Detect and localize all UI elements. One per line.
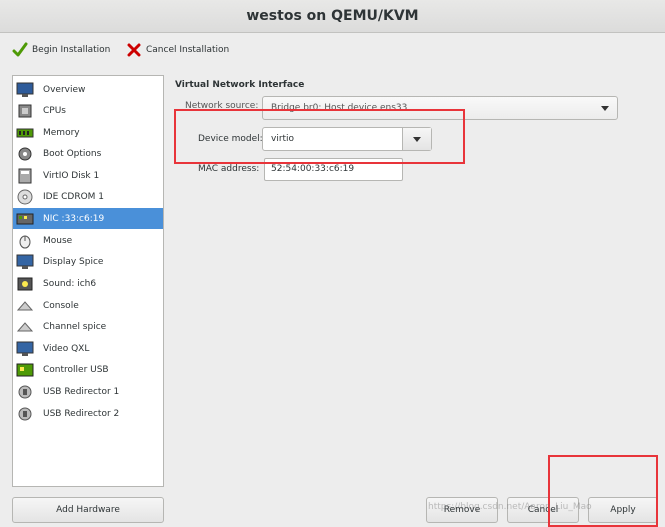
highlight-box-device-model: [174, 109, 465, 164]
sidebar-item-label: VirtIO Disk 1: [43, 170, 100, 181]
sidebar-item-label: Controller USB: [43, 364, 109, 375]
sidebar-item-usb-redirector-1[interactable]: USB Redirector 1: [13, 381, 163, 402]
begin-installation-button[interactable]: Begin Installation: [12, 41, 110, 59]
sidebar-item-label: USB Redirector 1: [43, 386, 120, 397]
sound-icon: [17, 277, 33, 290]
sidebar-item-channel-spice[interactable]: Channel spice: [13, 316, 163, 337]
display-icon: [16, 254, 34, 269]
sidebar-item-display-spice[interactable]: Display Spice: [13, 251, 163, 272]
add-hardware-button[interactable]: Add Hardware: [12, 497, 164, 523]
hardware-list: Overview CPUs Memory Boot Options VirtIO…: [12, 75, 164, 487]
cancel-x-icon: [127, 43, 141, 57]
section-title: Virtual Network Interface: [175, 80, 305, 90]
sidebar-item-nic[interactable]: NIC :33:c6:19: [13, 208, 163, 229]
mac-address-label: MAC address:: [198, 164, 260, 174]
memory-icon: [16, 128, 34, 137]
checkmark-icon: [12, 42, 28, 57]
console-icon: [16, 300, 34, 310]
sidebar-item-label: Video QXL: [43, 343, 90, 354]
sidebar-item-label: Sound: ich6: [43, 278, 97, 289]
sidebar-item-boot-options[interactable]: Boot Options: [13, 143, 163, 164]
sidebar-item-cpus[interactable]: CPUs: [13, 100, 163, 121]
sidebar-item-console[interactable]: Console: [13, 295, 163, 316]
cancel-installation-button[interactable]: Cancel Installation: [126, 41, 229, 59]
highlight-box-apply: [548, 455, 658, 527]
window-title: westos on QEMU/KVM: [0, 0, 665, 33]
sidebar-item-label: IDE CDROM 1: [43, 191, 105, 202]
sidebar-item-label: Display Spice: [43, 256, 104, 267]
controller-icon: [16, 363, 34, 376]
sidebar-item-virtio-disk[interactable]: VirtIO Disk 1: [13, 165, 163, 186]
cpu-icon: [18, 104, 32, 117]
network-icon: [16, 213, 34, 224]
sidebar-item-overview[interactable]: Overview: [13, 79, 163, 100]
sidebar-item-label: Boot Options: [43, 148, 102, 159]
sidebar-item-ide-cdrom[interactable]: IDE CDROM 1: [13, 186, 163, 207]
watermark: https://blog.csdn.net/Aaron_Liu_Mao: [428, 502, 592, 512]
disk-icon: [18, 168, 32, 183]
video-icon: [16, 341, 34, 356]
usb-icon: [18, 407, 32, 420]
sidebar-item-label: NIC :33:c6:19: [43, 213, 105, 224]
sidebar-item-label: Memory: [43, 127, 80, 138]
sidebar-item-usb-redirector-2[interactable]: USB Redirector 2: [13, 403, 163, 424]
channel-icon: [16, 321, 34, 331]
begin-installation-label: Begin Installation: [32, 45, 111, 55]
sidebar-item-controller-usb[interactable]: Controller USB: [13, 359, 163, 380]
sidebar-item-label: CPUs: [43, 105, 66, 116]
sidebar-item-sound[interactable]: Sound: ich6: [13, 273, 163, 294]
monitor-icon: [16, 82, 34, 97]
sidebar-item-memory[interactable]: Memory: [13, 122, 163, 143]
sidebar-item-video-qxl[interactable]: Video QXL: [13, 338, 163, 359]
usb-icon: [18, 385, 32, 398]
gear-icon: [18, 147, 32, 160]
mouse-icon: [19, 235, 31, 248]
sidebar-item-label: Console: [43, 300, 79, 311]
sidebar-item-label: Mouse: [43, 235, 73, 246]
toolbar: Begin Installation Cancel Installation: [0, 33, 665, 67]
sidebar-item-label: USB Redirector 2: [43, 408, 120, 419]
cancel-installation-label: Cancel Installation: [146, 45, 230, 55]
sidebar-item-label: Overview: [43, 84, 86, 95]
sidebar-item-mouse[interactable]: Mouse: [13, 230, 163, 251]
sidebar-item-label: Channel spice: [43, 321, 107, 332]
cdrom-icon: [17, 189, 33, 204]
chevron-down-icon: [601, 106, 609, 111]
